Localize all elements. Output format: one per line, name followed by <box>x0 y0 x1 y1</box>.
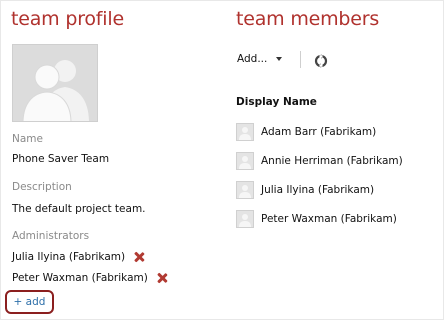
team-members-heading: team members <box>236 8 380 30</box>
administrator-row: Julia Ilyina (Fabrikam) <box>12 251 144 263</box>
member-name: Annie Herriman (Fabrikam) <box>261 155 403 167</box>
member-row[interactable]: Annie Herriman (Fabrikam) <box>236 152 403 170</box>
display-name-column-header[interactable]: Display Name <box>236 96 317 108</box>
member-avatar-icon <box>236 210 254 228</box>
member-row[interactable]: Adam Barr (Fabrikam) <box>236 123 376 141</box>
add-administrator-link[interactable]: + add <box>5 290 54 314</box>
administrators-label: Administrators <box>12 230 90 242</box>
remove-x-icon[interactable] <box>134 252 144 262</box>
team-name-value: Phone Saver Team <box>12 153 110 165</box>
administrator-name: Peter Waxman (Fabrikam) <box>12 272 148 284</box>
toolbar-divider <box>300 51 301 68</box>
add-menu-label: Add... <box>237 53 268 65</box>
team-profile-heading: team profile <box>11 8 124 30</box>
chevron-down-icon <box>276 57 283 61</box>
member-avatar-icon <box>236 152 254 170</box>
remove-x-icon[interactable] <box>157 273 167 283</box>
name-label: Name <box>12 133 43 145</box>
member-row[interactable]: Julia Ilyina (Fabrikam) <box>236 181 374 199</box>
member-name: Adam Barr (Fabrikam) <box>261 126 377 138</box>
team-avatar-icon <box>12 44 98 122</box>
member-name: Peter Waxman (Fabrikam) <box>261 213 397 225</box>
description-label: Description <box>12 181 72 193</box>
administrator-name: Julia Ilyina (Fabrikam) <box>12 251 126 263</box>
team-description-value: The default project team. <box>12 203 146 215</box>
administrator-row: Peter Waxman (Fabrikam) <box>12 272 167 284</box>
member-name: Julia Ilyina (Fabrikam) <box>261 184 375 196</box>
member-avatar-icon <box>236 123 254 141</box>
member-row[interactable]: Peter Waxman (Fabrikam) <box>236 210 397 228</box>
refresh-icon[interactable] <box>314 53 328 68</box>
add-member-menu[interactable]: Add... <box>237 53 283 65</box>
member-avatar-icon <box>236 181 254 199</box>
